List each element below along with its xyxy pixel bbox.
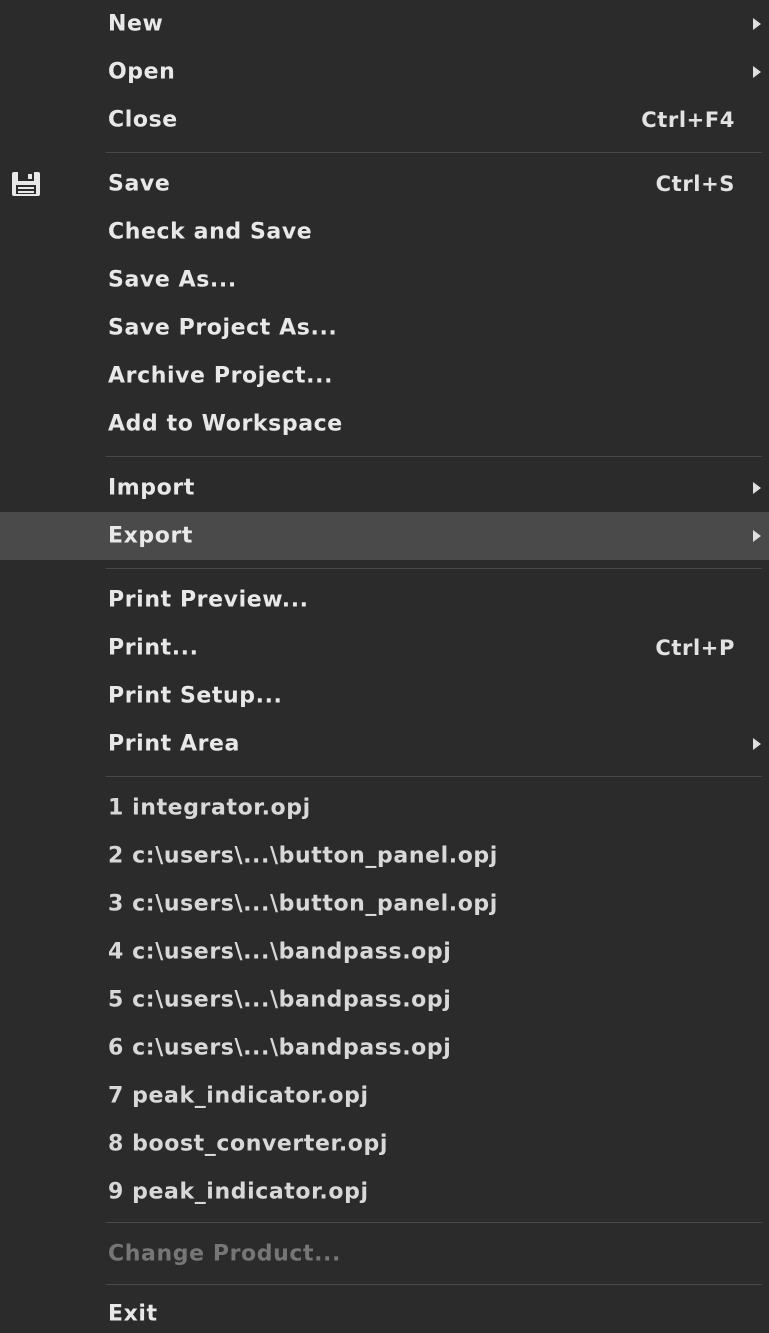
menu-item-save[interactable]: Save Ctrl+S [0, 160, 769, 208]
submenu-arrow-icon [753, 482, 761, 494]
shortcut-label: Ctrl+S [655, 172, 735, 196]
shortcut-label: Ctrl+F4 [641, 108, 735, 132]
submenu-arrow-icon [753, 18, 761, 30]
shortcut-label: Ctrl+P [655, 636, 735, 660]
menu-item-close[interactable]: Close Ctrl+F4 [0, 96, 769, 144]
recent-file-item[interactable]: 5 c:\users\...\bandpass.opj [0, 976, 769, 1024]
menu-item-save-as[interactable]: Save As... [0, 256, 769, 304]
menu-item-add-to-workspace[interactable]: Add to Workspace [0, 400, 769, 448]
menu-separator [106, 1222, 762, 1223]
menu-item-label: Export [108, 523, 194, 549]
menu-item-label: Archive Project... [108, 363, 334, 389]
file-menu: New Open Close Ctrl+F4 Save Ctrl+S Check… [0, 0, 769, 1333]
menu-separator [106, 568, 762, 569]
recent-file-label: 2 c:\users\...\button_panel.opj [108, 843, 498, 869]
recent-file-item[interactable]: 7 peak_indicator.opj [0, 1072, 769, 1120]
menu-item-label: Print Preview... [108, 587, 309, 613]
menu-item-open[interactable]: Open [0, 48, 769, 96]
submenu-arrow-icon [753, 66, 761, 78]
recent-file-label: 9 peak_indicator.opj [108, 1179, 369, 1205]
recent-file-label: 7 peak_indicator.opj [108, 1083, 369, 1109]
menu-item-print-setup[interactable]: Print Setup... [0, 672, 769, 720]
recent-file-label: 8 boost_converter.opj [108, 1131, 388, 1157]
menu-separator [106, 1284, 762, 1285]
recent-file-item[interactable]: 1 integrator.opj [0, 784, 769, 832]
menu-item-new[interactable]: New [0, 0, 769, 48]
menu-separator [106, 456, 762, 457]
menu-item-label: Import [108, 475, 195, 501]
menu-item-exit[interactable]: Exit [0, 1290, 769, 1333]
recent-file-label: 4 c:\users\...\bandpass.opj [108, 939, 452, 965]
menu-item-import[interactable]: Import [0, 464, 769, 512]
menu-item-label: Save [108, 171, 171, 197]
menu-item-label: Print Area [108, 731, 240, 757]
submenu-arrow-icon [753, 530, 761, 542]
recent-file-item[interactable]: 9 peak_indicator.opj [0, 1168, 769, 1216]
menu-item-label: Print... [108, 635, 199, 661]
recent-file-label: 1 integrator.opj [108, 795, 311, 821]
menu-item-label: Close [108, 107, 178, 133]
menu-item-archive-project[interactable]: Archive Project... [0, 352, 769, 400]
recent-file-item[interactable]: 4 c:\users\...\bandpass.opj [0, 928, 769, 976]
menu-item-change-product: Change Product... [0, 1230, 769, 1278]
menu-item-label: Open [108, 59, 176, 85]
recent-file-label: 3 c:\users\...\button_panel.opj [108, 891, 498, 917]
floppy-disk-icon [12, 172, 40, 196]
recent-file-item[interactable]: 3 c:\users\...\button_panel.opj [0, 880, 769, 928]
menu-item-label: Check and Save [108, 219, 313, 245]
menu-item-print[interactable]: Print... Ctrl+P [0, 624, 769, 672]
menu-item-save-project-as[interactable]: Save Project As... [0, 304, 769, 352]
menu-item-label: Save Project As... [108, 315, 338, 341]
menu-item-label: Exit [108, 1301, 158, 1327]
menu-item-label: Print Setup... [108, 683, 283, 709]
menu-item-label: Save As... [108, 267, 237, 293]
menu-item-label: New [108, 11, 164, 37]
menu-item-label: Change Product... [108, 1241, 341, 1267]
menu-item-label: Add to Workspace [108, 411, 343, 437]
recent-file-item[interactable]: 8 boost_converter.opj [0, 1120, 769, 1168]
menu-item-print-preview[interactable]: Print Preview... [0, 576, 769, 624]
recent-file-item[interactable]: 2 c:\users\...\button_panel.opj [0, 832, 769, 880]
recent-file-item[interactable]: 6 c:\users\...\bandpass.opj [0, 1024, 769, 1072]
menu-item-export[interactable]: Export [0, 512, 769, 560]
menu-separator [106, 152, 762, 153]
menu-separator [106, 776, 762, 777]
menu-item-print-area[interactable]: Print Area [0, 720, 769, 768]
recent-file-label: 5 c:\users\...\bandpass.opj [108, 987, 452, 1013]
submenu-arrow-icon [753, 738, 761, 750]
recent-file-label: 6 c:\users\...\bandpass.opj [108, 1035, 452, 1061]
menu-item-check-and-save[interactable]: Check and Save [0, 208, 769, 256]
